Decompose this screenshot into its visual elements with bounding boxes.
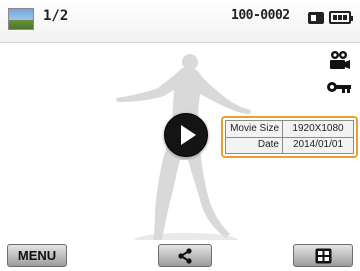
date-label: Date: [225, 136, 283, 154]
status-bar: 1/2 100-0002: [0, 0, 360, 43]
key-icon: [327, 82, 351, 93]
share-icon: [178, 248, 192, 264]
info-row-size: Movie Size 1920X1080: [225, 120, 354, 138]
thumbnail-view-button[interactable]: [293, 244, 353, 267]
menu-button[interactable]: MENU: [7, 244, 67, 267]
movie-size-label: Movie Size: [225, 120, 283, 138]
movie-camera-icon: [330, 51, 350, 69]
landscape-thumbnail-icon: [8, 8, 34, 30]
share-button[interactable]: [158, 244, 212, 267]
memory-card-icon: [308, 12, 324, 24]
movie-info-box: Movie Size 1920X1080 Date 2014/01/01: [221, 116, 358, 158]
playback-screen: 1/2 100-0002 Movie Size 1920X1080 Date 2…: [0, 0, 360, 271]
movie-info-table: Movie Size 1920X1080 Date 2014/01/01: [225, 120, 354, 154]
bottom-bar: MENU: [0, 240, 360, 271]
menu-button-label: MENU: [17, 248, 57, 263]
date-value: 2014/01/01: [282, 136, 354, 154]
play-button[interactable]: [164, 113, 208, 157]
image-counter: 1/2: [43, 8, 69, 24]
file-number: 100-0002: [231, 8, 290, 23]
info-row-date: Date 2014/01/01: [225, 136, 354, 154]
battery-icon: [329, 11, 353, 24]
movie-size-value: 1920X1080: [282, 120, 354, 138]
thumbnail-view-icon: [315, 248, 332, 264]
